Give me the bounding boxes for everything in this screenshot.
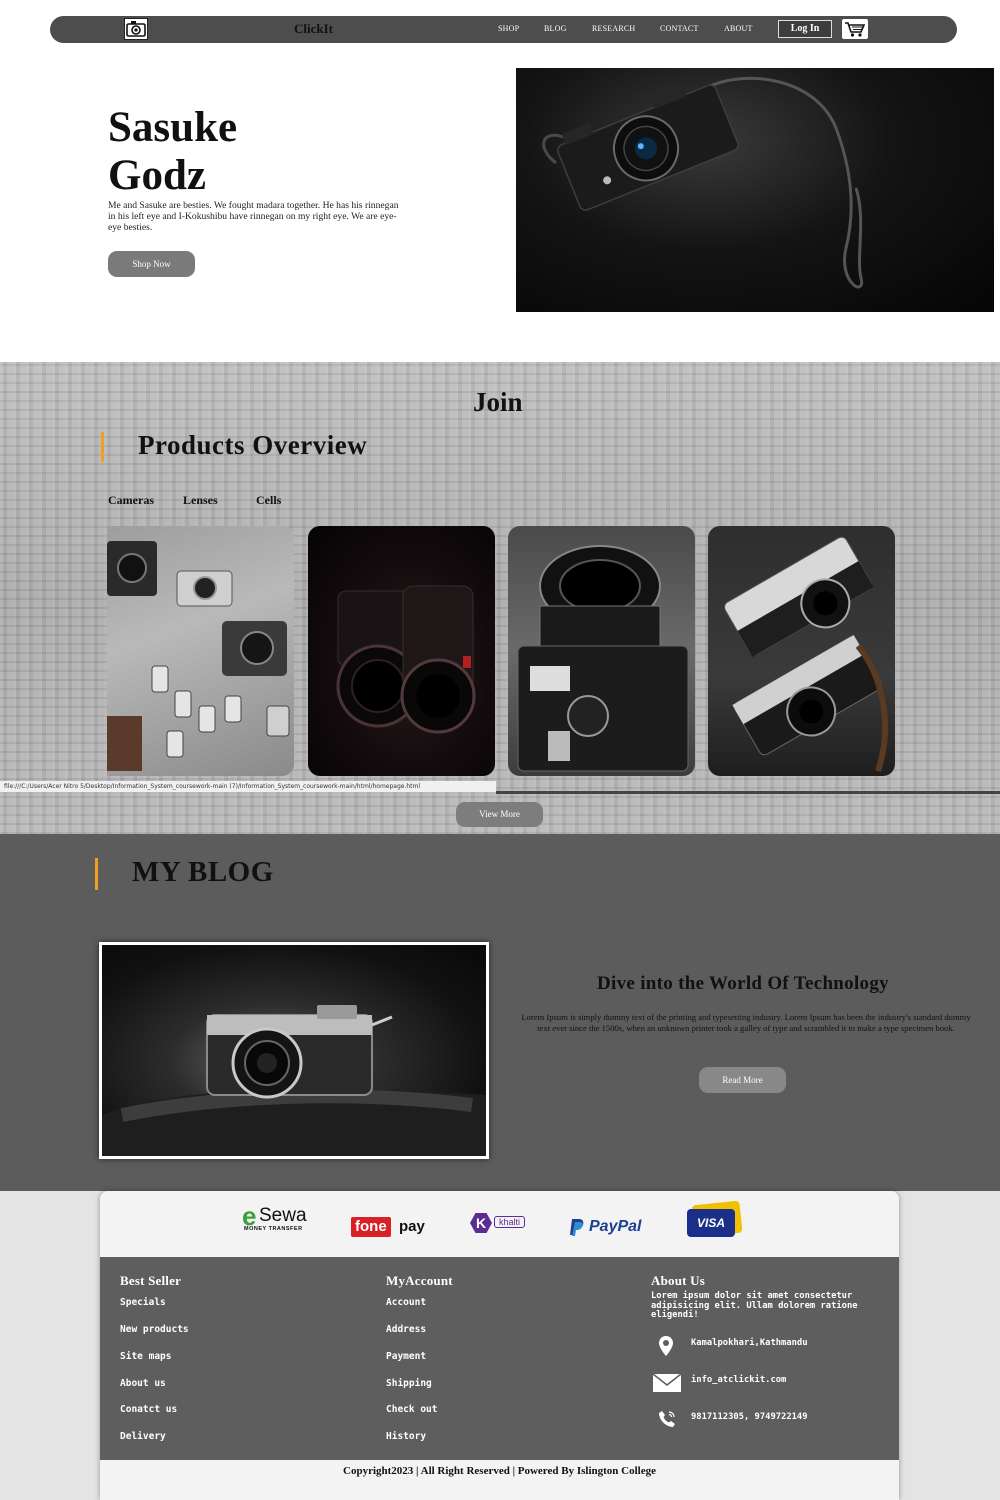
link-contact-us[interactable]: Conatct us — [120, 1404, 177, 1415]
divider — [496, 791, 1000, 794]
phone-text: 9817112305, 9749722149 — [691, 1412, 808, 1422]
brand-name[interactable]: ClickIt — [294, 21, 333, 37]
product-card[interactable] — [107, 526, 294, 776]
blog-post-title: Dive into the World Of Technology — [597, 973, 889, 994]
link-site-maps[interactable]: Site maps — [120, 1351, 171, 1362]
blog-camera-image — [99, 942, 489, 1159]
read-more-button[interactable]: Read More — [699, 1067, 786, 1093]
products-overview-heading: Products Overview — [138, 430, 368, 460]
footer-card: e Sewa MONEY TRANSFER fone pay K khalti … — [100, 1191, 899, 1500]
link-address[interactable]: Address — [386, 1324, 426, 1335]
hero-title-line-1: Sasuke — [108, 104, 238, 151]
accent-bar — [95, 858, 98, 890]
status-url-bar: file:///C:/Users/Acer Nitro 5/Desktop/In… — [0, 781, 496, 792]
link-shipping[interactable]: Shipping — [386, 1378, 432, 1389]
location-pin-icon — [658, 1335, 674, 1362]
cart-icon[interactable] — [842, 19, 868, 39]
link-specials[interactable]: Specials — [120, 1297, 166, 1308]
fonepay-pay: pay — [399, 1218, 425, 1235]
my-account-title: MyAccount — [386, 1273, 453, 1288]
link-account[interactable]: Account — [386, 1297, 426, 1308]
visa-name: VISA — [687, 1209, 735, 1237]
tab-cameras[interactable]: Cameras — [108, 493, 154, 508]
fonepay-logo: fone pay — [351, 1217, 433, 1239]
khalti-logo: K khalti — [467, 1213, 537, 1235]
top-navbar: ClickIt SHOP BLOG RESEARCH CONTACT ABOUT… — [50, 16, 957, 43]
paypal-icon — [570, 1219, 584, 1236]
esewa-logo: e Sewa MONEY TRANSFER — [242, 1201, 324, 1235]
nav-link-research[interactable]: RESEARCH — [592, 24, 635, 33]
link-delivery[interactable]: Delivery — [120, 1431, 166, 1442]
blog-section: MY BLOG Dive into the World Of Technolog… — [0, 834, 1000, 1191]
product-card[interactable] — [708, 526, 895, 776]
blog-heading: MY BLOG — [132, 856, 274, 888]
about-us-title: About Us — [651, 1273, 705, 1288]
tab-lenses[interactable]: Lenses — [183, 493, 218, 508]
hero-camera-image — [516, 68, 994, 312]
link-payment[interactable]: Payment — [386, 1351, 426, 1362]
link-check-out[interactable]: Check out — [386, 1404, 437, 1415]
link-about-us[interactable]: About us — [120, 1378, 166, 1389]
payment-methods: e Sewa MONEY TRANSFER fone pay K khalti … — [100, 1191, 899, 1257]
camera-icon[interactable] — [124, 18, 148, 40]
nav-link-blog[interactable]: BLOG — [544, 24, 567, 33]
email-text: info_atclickit.com — [691, 1375, 787, 1385]
fonepay-fone: fone — [351, 1217, 391, 1237]
link-history[interactable]: History — [386, 1431, 426, 1442]
about-us-text: Lorem ipsum dolor sit amet consectetur a… — [651, 1291, 858, 1321]
phone-icon — [658, 1410, 676, 1433]
hero-description: Me and Sasuke are besties. We fought mad… — [108, 200, 399, 233]
join-heading: Join — [473, 387, 523, 417]
hero-title-line-2: Godz — [108, 152, 206, 199]
esewa-name: Sewa — [259, 1205, 307, 1226]
products-section: Join Products Overview Cameras Lenses Ce… — [0, 362, 1000, 834]
esewa-subtitle: MONEY TRANSFER — [244, 1226, 303, 1232]
paypal-name: PayPal — [589, 1218, 642, 1235]
view-more-button[interactable]: View More — [456, 802, 543, 827]
visa-logo: VISA — [687, 1200, 744, 1238]
address-text: Kamalpokhari,Kathmandu — [691, 1338, 808, 1348]
link-new-products[interactable]: New products — [120, 1324, 189, 1335]
khalti-k: K — [470, 1213, 492, 1233]
nav-link-about[interactable]: ABOUT — [724, 24, 753, 33]
nav-link-contact[interactable]: CONTACT — [660, 24, 699, 33]
best-seller-title: Best Seller — [120, 1273, 182, 1288]
accent-bar — [101, 432, 104, 462]
paypal-logo: PayPal — [568, 1217, 653, 1239]
tab-cells[interactable]: Cells — [256, 493, 281, 508]
login-button[interactable]: Log In — [778, 20, 832, 38]
footer: e Sewa MONEY TRANSFER fone pay K khalti … — [0, 1191, 1000, 1500]
product-card[interactable] — [308, 526, 495, 776]
shop-now-button[interactable]: Shop Now — [108, 251, 195, 277]
hero-title: Sasuke Godz — [108, 104, 408, 200]
blog-post-text: Lorem Ipsum is simply dummy text of the … — [521, 1012, 971, 1033]
product-card[interactable] — [508, 526, 695, 776]
footer-links-area: Best Seller Specials New products Site m… — [100, 1257, 899, 1460]
khalti-name: khalti — [494, 1216, 526, 1228]
nav-link-shop[interactable]: SHOP — [498, 24, 519, 33]
mail-icon — [652, 1373, 682, 1398]
copyright-text: Copyright2023 | All Right Reserved | Pow… — [343, 1465, 656, 1477]
